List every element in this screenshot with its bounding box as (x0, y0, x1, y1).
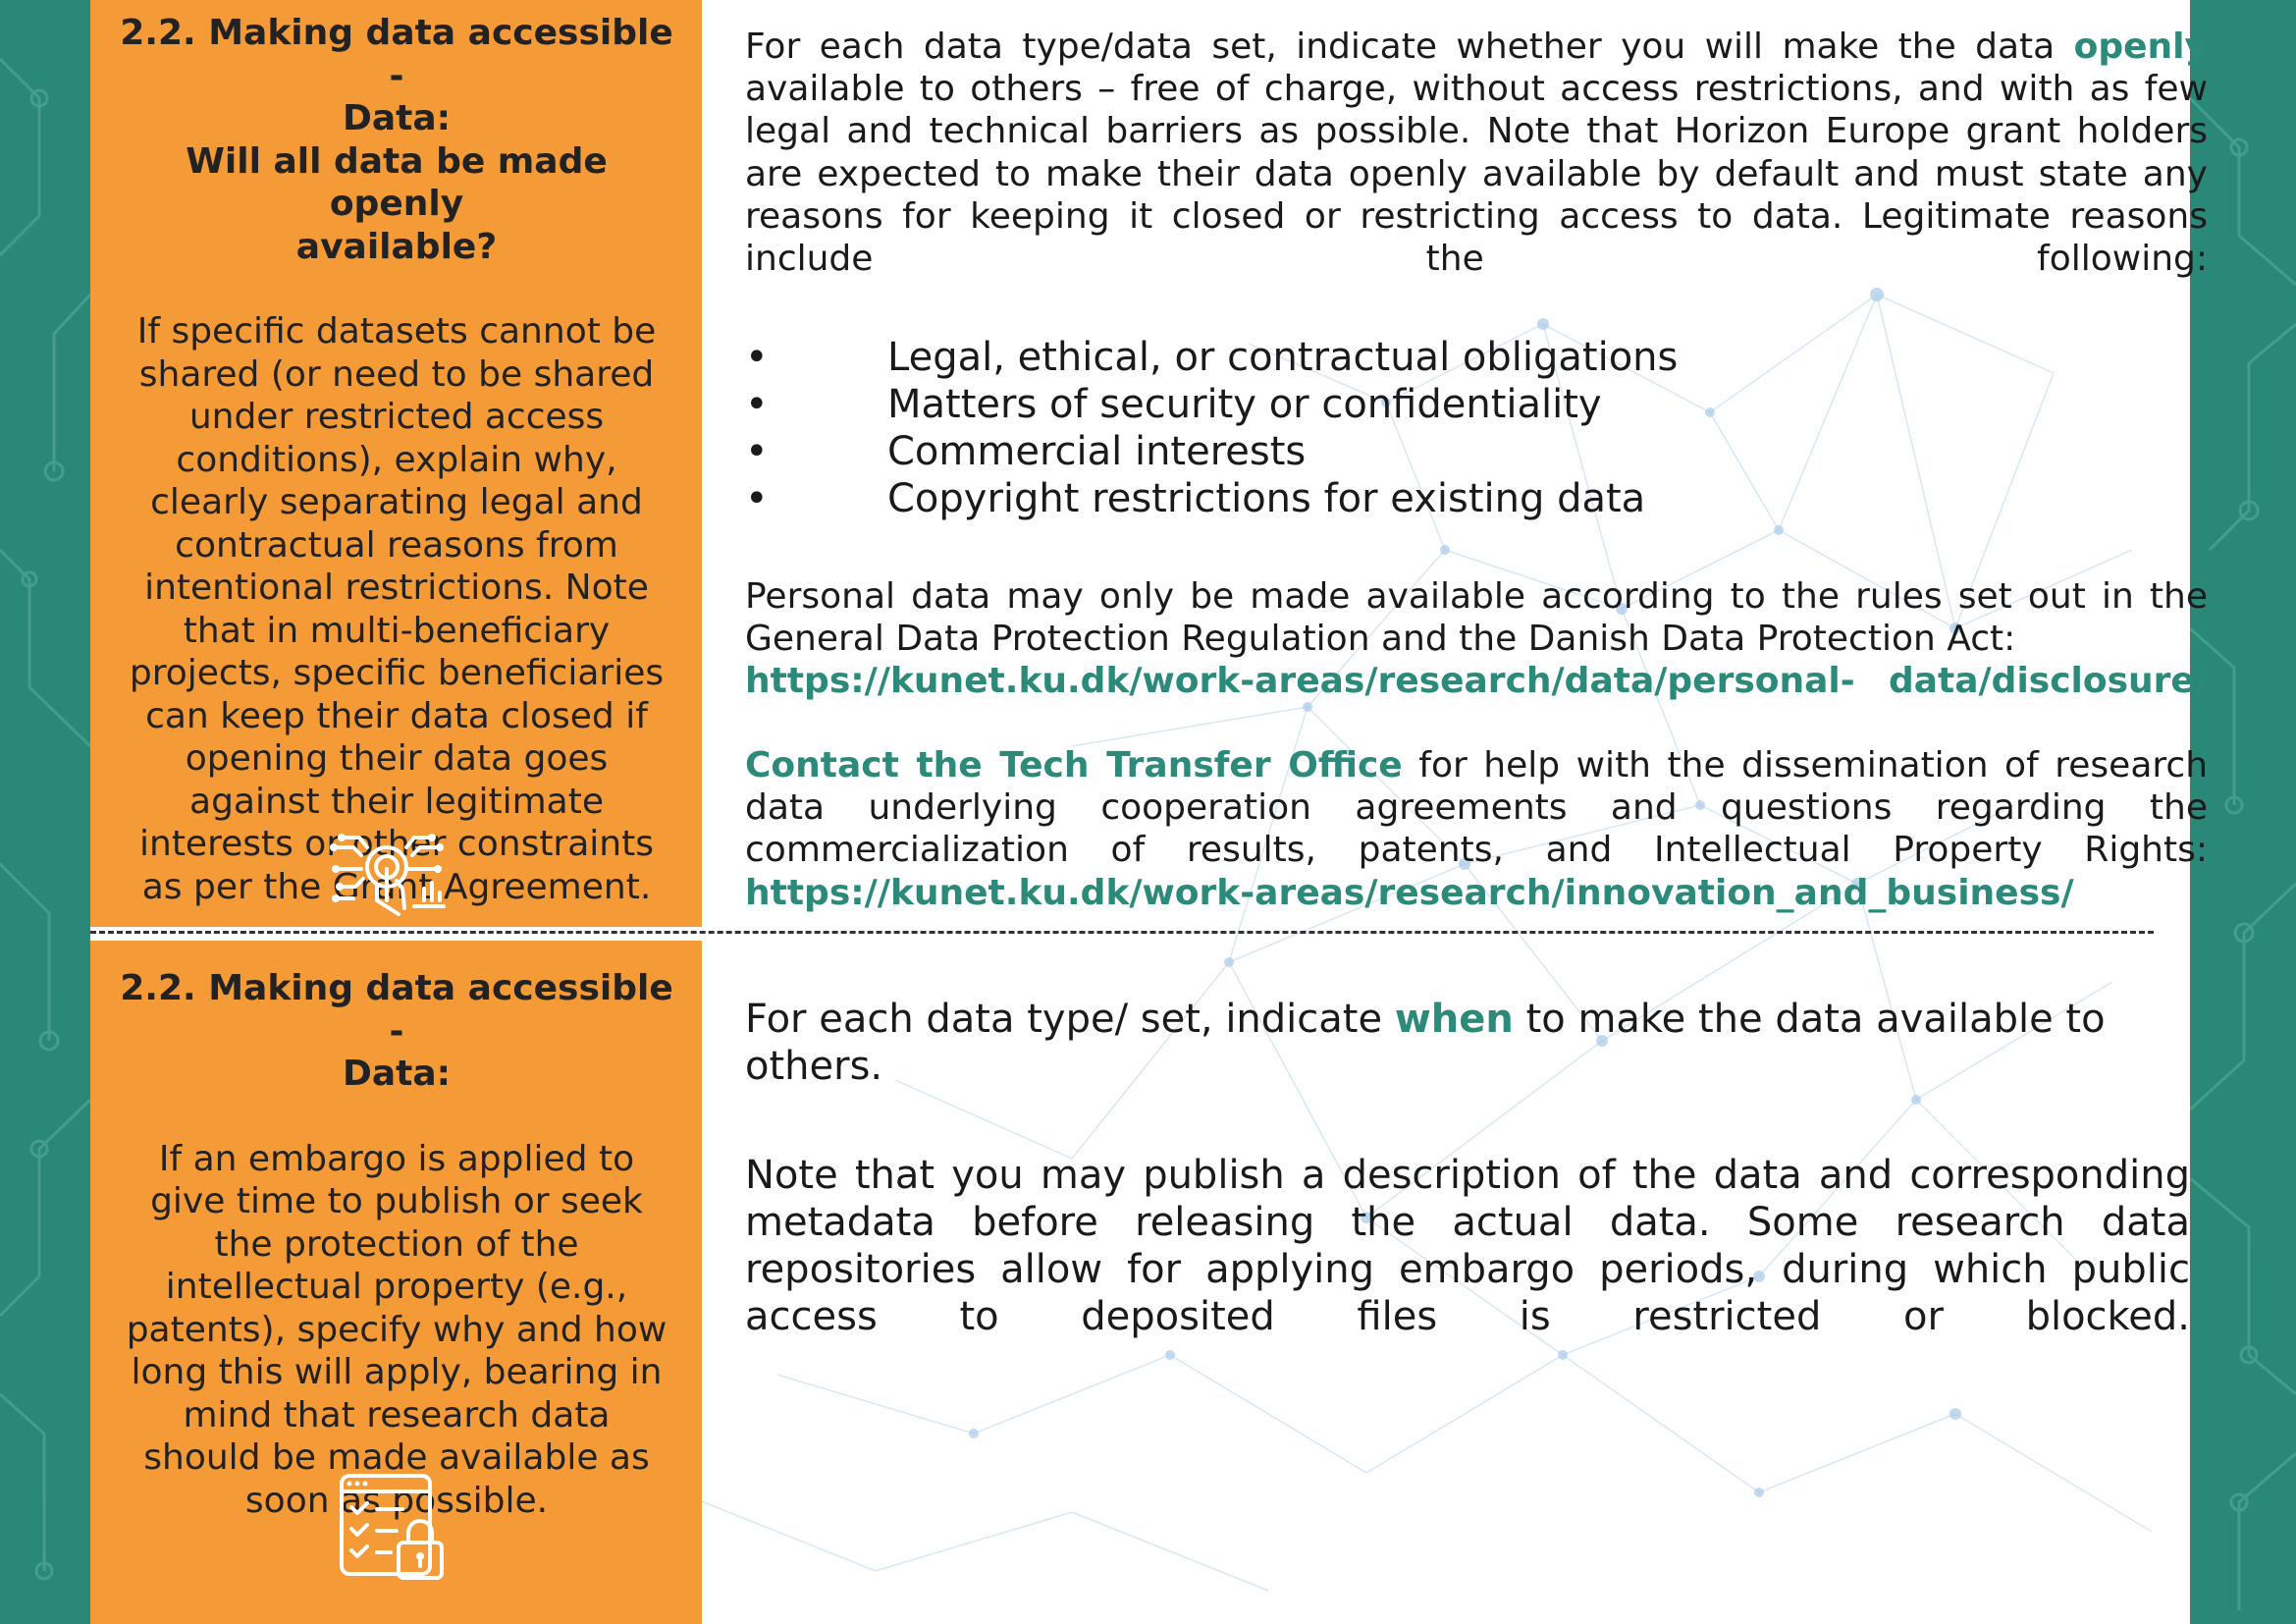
legitimate-reasons-list: • Legal, ethical, or contractual obligati… (745, 334, 1678, 522)
left-decorative-strip (0, 0, 90, 1624)
section-divider (90, 931, 2154, 934)
checklist-lock-icon (338, 1472, 448, 1586)
panel-title-line: 2.2. Making data accessible - (120, 13, 673, 96)
touch-network-icon (330, 830, 448, 922)
panel-title-line: 2.2. Making data accessible - (120, 968, 673, 1052)
panel-body: If an embargo is applied to give time to… (126, 1138, 667, 1521)
list-item: • Copyright restrictions for existing dat… (745, 475, 1678, 522)
when-highlight: when (1394, 997, 1514, 1042)
list-item: • Legal, ethical, or contractual obligati… (745, 334, 1678, 381)
list-item: • Commercial interests (745, 428, 1678, 475)
when-available-intro: For each data type/ set, indicate when t… (745, 996, 2190, 1090)
panel-title-line: Data: (342, 98, 452, 138)
bullet-icon: • (745, 382, 769, 427)
intro-text: For each data type/data set, indicate wh… (745, 27, 2056, 67)
list-item-text: Legal, ethical, or contractual obligatio… (887, 335, 1679, 380)
panel-openly-available: 2.2. Making data accessible - Data: Will… (90, 0, 702, 927)
panel-title: 2.2. Making data accessible - Data: Will… (116, 12, 677, 268)
openly-available-intro: For each data type/data set, indicate wh… (745, 26, 2208, 280)
panel-embargo: 2.2. Making data accessible - Data: If a… (90, 941, 702, 1624)
panel-body: If specific datasets cannot be shared (o… (129, 311, 665, 907)
bullet-icon: • (745, 429, 769, 474)
intro-text: For each data type/ set, indicate (745, 997, 1383, 1042)
list-item-text: Matters of security or confidentiality (887, 382, 1602, 427)
personal-data-link[interactable]: https://kunet.ku.dk/work-areas/research/… (745, 660, 2208, 702)
panel-title: 2.2. Making data accessible - Data: (116, 967, 677, 1096)
bullet-icon: • (745, 335, 769, 380)
innovation-business-link[interactable]: https://kunet.ku.dk/work-areas/research/… (745, 872, 2208, 914)
panel-title-line: available? (295, 226, 498, 267)
panel-title-line: Data: (342, 1054, 452, 1094)
list-item-text: Commercial interests (887, 429, 1307, 474)
openly-highlight: openly (2073, 27, 2208, 67)
bullet-icon: • (745, 476, 769, 521)
panel-embargo-text: 2.2. Making data accessible - Data: If a… (116, 967, 677, 1522)
document-page: 2.2. Making data accessible - Data: Will… (90, 0, 2208, 1624)
personal-data-paragraph: Personal data may only be made available… (745, 575, 2208, 703)
personal-data-text: Personal data may only be made available… (745, 576, 2208, 660)
list-item-text: Copyright restrictions for existing data (887, 476, 1646, 521)
panel-title-line: Will all data be made openly (186, 140, 608, 225)
intro-text: available to others – free of charge, wi… (745, 69, 2208, 280)
panel-openly-available-text: 2.2. Making data accessible - Data: Will… (116, 12, 677, 908)
tech-transfer-office-link[interactable]: Contact the Tech Transfer Office (745, 745, 1403, 785)
embargo-note-paragraph: Note that you may publish a description … (745, 1153, 2190, 1339)
tech-transfer-paragraph: Contact the Tech Transfer Office for hel… (745, 744, 2208, 914)
list-item: • Matters of security or confidentiality (745, 381, 1678, 428)
